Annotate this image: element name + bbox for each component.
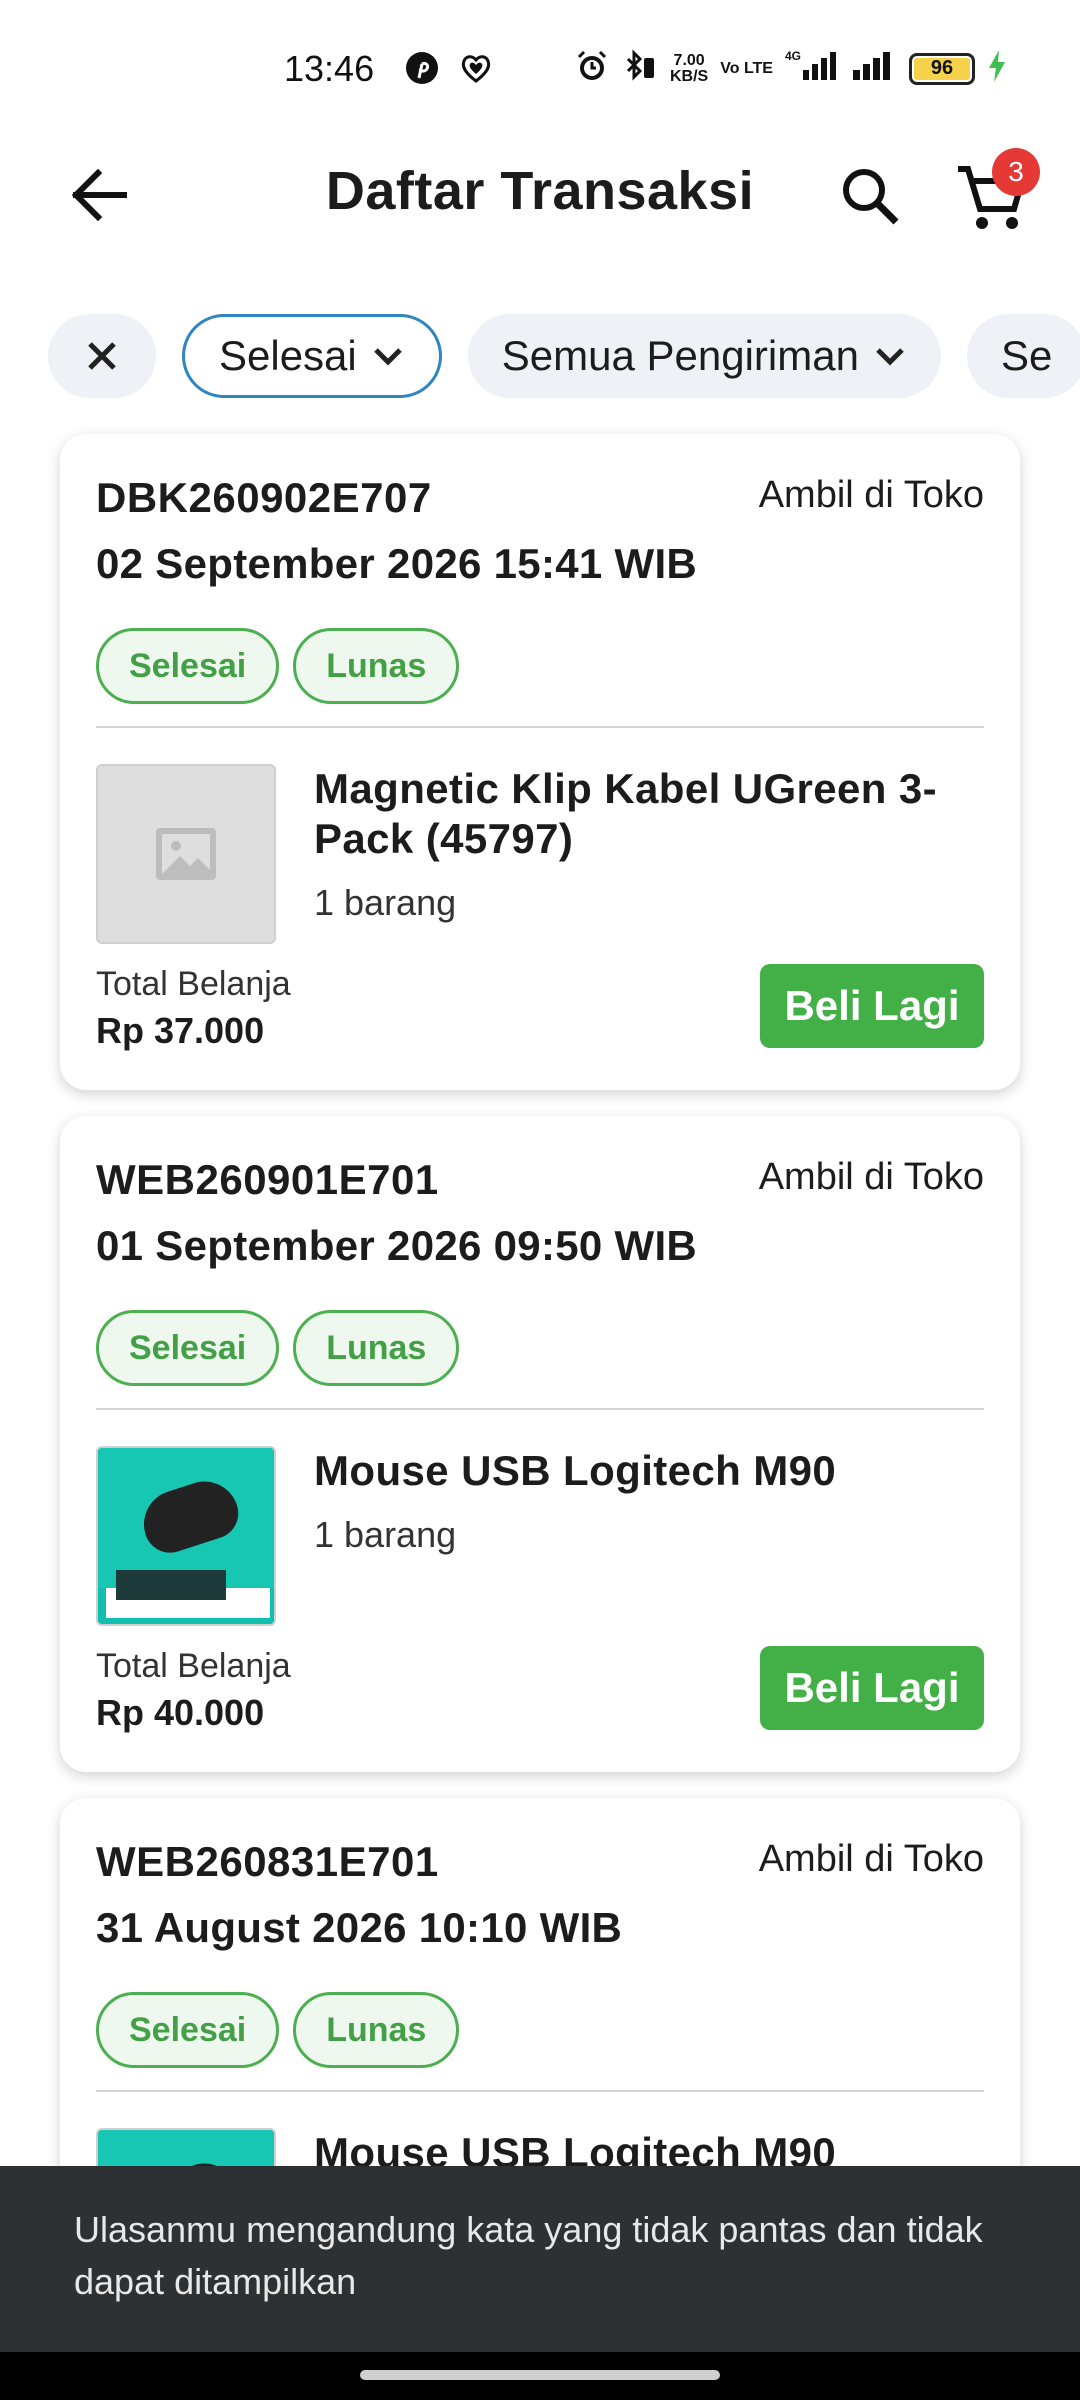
chevron-down-icon — [873, 339, 907, 373]
net-speed: 7.00 KB/S — [670, 51, 709, 85]
search-icon — [843, 169, 899, 225]
card-header: DBK260902E707 02 September 2026 15:41 WI… — [96, 474, 984, 594]
alarm-icon — [574, 48, 610, 89]
volte-label: Vo LTE — [720, 59, 773, 77]
app-bar: Daftar Transaksi 3 — [0, 140, 1080, 250]
net-speed-value: 7.00 — [673, 51, 705, 69]
bluetooth-battery-icon — [622, 48, 658, 89]
status-time: 13:46 — [284, 48, 375, 89]
net-speed-unit: KB/S — [670, 67, 709, 85]
total-value: Rp 40.000 — [96, 1692, 265, 1733]
screen: 13:46 7.00 KB/S Vo LTE 4G 96 Daftar Tran… — [0, 0, 1080, 2400]
transaction-card[interactable]: DBK260902E707 02 September 2026 15:41 WI… — [60, 434, 1020, 1090]
total-value: Rp 37.000 — [96, 1010, 265, 1051]
delivery-method: Ambil di Toko — [758, 1838, 984, 1880]
home-indicator[interactable] — [360, 2370, 720, 2380]
status-filter-chip[interactable]: Selesai — [182, 314, 442, 398]
shipping-filter-chip[interactable]: Semua Pengiriman — [467, 314, 941, 398]
shipping-filter-label: Semua Pengiriman — [501, 332, 859, 379]
chevron-down-icon — [371, 339, 405, 373]
status-badges: Selesai Lunas — [96, 1992, 984, 2068]
product-name: Magnetic Klip Kabel UGreen 3-Pack (45797… — [314, 765, 938, 862]
system-icons: 7.00 KB/S Vo LTE 4G 96 — [574, 48, 1007, 89]
status-badges: Selesai Lunas — [96, 1310, 984, 1386]
more-filter-chip[interactable]: Se — [966, 314, 1080, 398]
product-name: Mouse USB Logitech M90 — [314, 1447, 837, 1494]
cart-button[interactable]: 3 — [946, 148, 1040, 240]
divider — [96, 1408, 984, 1410]
product-thumbnail — [96, 764, 276, 944]
search-button[interactable] — [830, 156, 910, 236]
product-qty: 1 barang — [314, 1514, 457, 1555]
cart-count-badge: 3 — [992, 148, 1040, 196]
charging-icon — [987, 48, 1007, 89]
payment-status-badge: Lunas — [293, 1992, 460, 2068]
snackbar-message: Ulasanmu mengandung kata yang tidak pant… — [74, 2209, 983, 2302]
divider — [96, 726, 984, 728]
payment-status-badge: Lunas — [293, 628, 460, 704]
close-icon — [88, 342, 116, 370]
image-placeholder-icon — [156, 828, 216, 880]
order-date: 01 September 2026 09:50 WIB — [96, 1222, 698, 1269]
heart-shield-icon — [458, 50, 494, 91]
delivery-method: Ambil di Toko — [758, 1156, 984, 1198]
more-filter-label: Se — [1000, 332, 1053, 379]
product-thumbnail — [96, 1446, 276, 1626]
transaction-card[interactable]: WEB260901E701 01 September 2026 09:50 WI… — [60, 1116, 1020, 1772]
network-type: 4G — [785, 49, 801, 63]
status-bar: 13:46 7.00 KB/S Vo LTE 4G 96 — [0, 0, 1080, 140]
card-header: WEB260831E701 31 August 2026 10:10 WIB A… — [96, 1838, 984, 1958]
filter-chips: Selesai Semua Pengiriman Se — [48, 314, 1080, 400]
status-badges: Selesai Lunas — [96, 628, 984, 704]
card-header: WEB260901E701 01 September 2026 09:50 WI… — [96, 1156, 984, 1276]
product-qty: 1 barang — [314, 882, 457, 923]
order-date: 31 August 2026 10:10 WIB — [96, 1904, 623, 1951]
payment-status-badge: Lunas — [293, 1310, 460, 1386]
signal-icon-2 — [851, 48, 897, 89]
notification-icons — [404, 50, 494, 91]
snackbar: Ulasanmu mengandung kata yang tidak pant… — [0, 2166, 1080, 2352]
system-nav-bar — [0, 2352, 1080, 2400]
order-status-badge: Selesai — [96, 1992, 280, 2068]
product-row: Magnetic Klip Kabel UGreen 3-Pack (45797… — [96, 764, 984, 944]
divider — [96, 2090, 984, 2092]
delivery-method: Ambil di Toko — [758, 474, 984, 516]
total-label: Total Belanja — [96, 1647, 291, 1685]
buy-again-button[interactable]: Beli Lagi — [760, 964, 984, 1048]
order-status-badge: Selesai — [96, 1310, 280, 1386]
total-label: Total Belanja — [96, 965, 291, 1003]
product-image-label — [116, 1570, 226, 1600]
page-title: Daftar Transaksi — [325, 161, 755, 221]
signal-icon-1: 4G — [785, 48, 839, 89]
clear-filter-chip[interactable] — [48, 314, 156, 398]
pinterest-icon — [404, 50, 440, 91]
transaction-list: DBK260902E707 02 September 2026 15:41 WI… — [60, 434, 1020, 2400]
buy-again-button[interactable]: Beli Lagi — [760, 1646, 984, 1730]
product-row: Mouse USB Logitech M90 1 barang — [96, 1446, 984, 1626]
status-filter-label: Selesai — [219, 332, 357, 379]
order-date: 02 September 2026 15:41 WIB — [96, 540, 698, 587]
order-status-badge: Selesai — [96, 628, 280, 704]
battery-level: 96 — [930, 57, 954, 79]
battery-icon: 96 — [908, 52, 975, 85]
